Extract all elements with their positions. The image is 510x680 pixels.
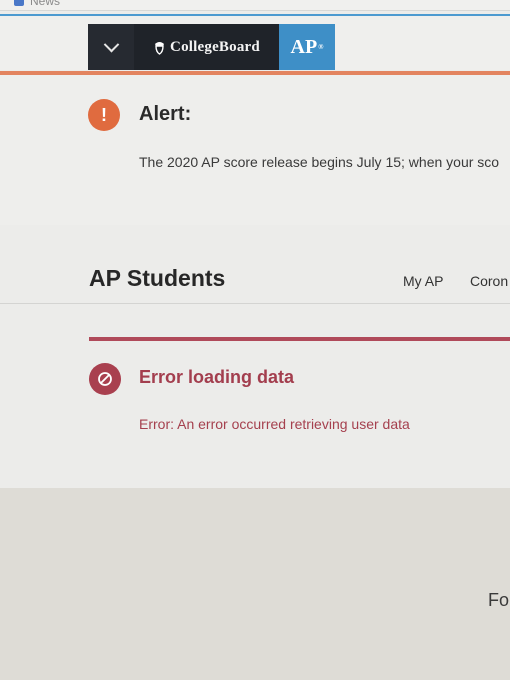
bookmark-news[interactable]: News xyxy=(14,0,60,8)
menu-toggle-button[interactable] xyxy=(88,24,135,70)
error-message: Error: An error occurred retrieving user… xyxy=(139,416,410,432)
alert-message: The 2020 AP score release begins July 15… xyxy=(139,154,500,170)
ap-logo[interactable]: AP ® xyxy=(279,24,335,70)
alert-title: Alert: xyxy=(139,103,192,125)
bookmarks-bar: News xyxy=(0,0,510,11)
collegeboard-logo[interactable]: CollegeBoard xyxy=(134,24,279,70)
alert-banner: ! Alert: The 2020 AP score release begin… xyxy=(0,75,510,225)
nav-link-my-ap[interactable]: My AP xyxy=(403,273,443,289)
nav-divider xyxy=(0,303,510,304)
error-title: Error loading data xyxy=(139,367,295,387)
brand-name: CollegeBoard xyxy=(170,38,260,55)
error-divider xyxy=(89,337,510,341)
program-label: AP xyxy=(290,35,318,58)
page: News CollegeBoard AP ® ! Alert: The 2020… xyxy=(0,0,510,680)
nav-link-coronavirus[interactable]: Coron xyxy=(470,273,508,289)
site-header: CollegeBoard AP ® xyxy=(0,16,510,70)
alert-icon: ! xyxy=(88,99,120,131)
error-icon xyxy=(89,363,121,395)
prohibited-icon xyxy=(98,372,112,386)
footer-area xyxy=(0,488,510,680)
footer-partial-text: Fo xyxy=(488,590,510,610)
bookmark-icon xyxy=(14,0,24,6)
chevron-down-icon xyxy=(103,36,119,52)
acorn-icon xyxy=(155,41,165,55)
page-title: AP Students xyxy=(89,265,226,291)
bookmark-label: News xyxy=(30,0,61,8)
program-mark: ® xyxy=(318,43,324,51)
